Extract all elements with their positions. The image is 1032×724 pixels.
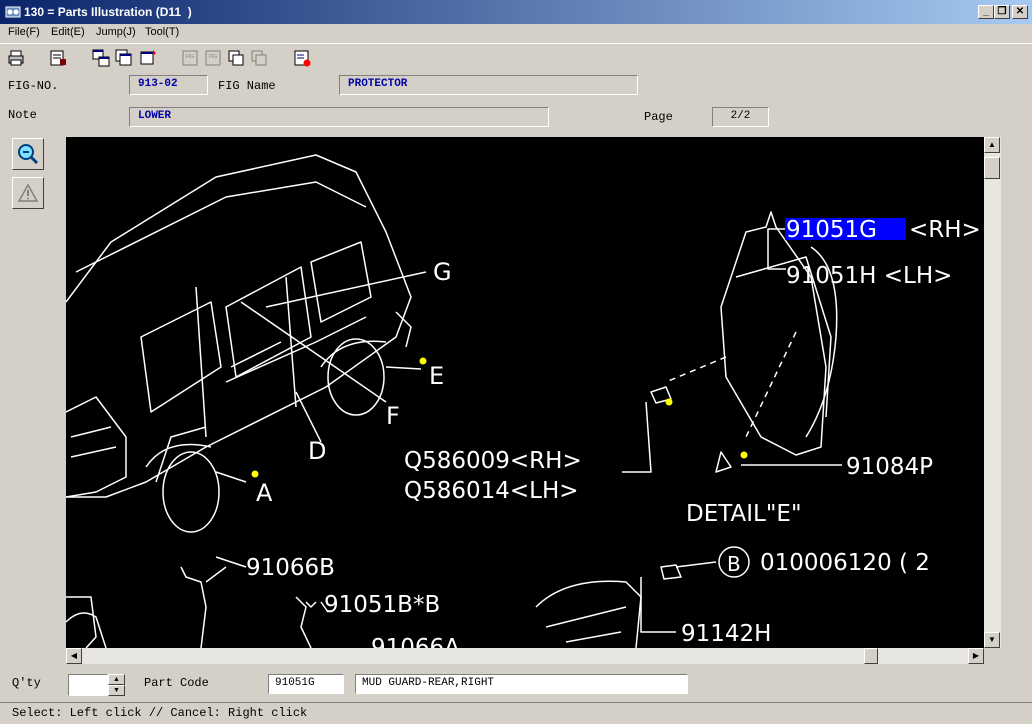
part-label-91084p: 91084P — [846, 454, 933, 480]
page-field: 2/2 — [712, 107, 769, 127]
fig-prev-icon[interactable]: FIG — [203, 48, 223, 68]
menu-jump[interactable]: Jump(J) — [96, 26, 136, 38]
scroll-right-arrow-icon[interactable]: ▶ — [968, 648, 984, 664]
van-outline — [66, 154, 412, 498]
marker-p — [740, 451, 748, 459]
label-e: E — [429, 362, 444, 390]
part-label-91066b: 91066B — [246, 555, 335, 581]
info-icon[interactable] — [292, 48, 312, 68]
window-cascade-icon[interactable] — [114, 48, 134, 68]
qty-stepper[interactable]: ▲ ▼ — [108, 674, 125, 696]
qty-down-arrow-icon[interactable]: ▼ — [108, 685, 125, 696]
fig-first-icon[interactable]: FIG — [180, 48, 200, 68]
scroll-up-arrow-icon[interactable]: ▲ — [984, 137, 1000, 153]
menu-bar: File(F) Edit(E) Jump(J) Tool(T) — [0, 24, 1032, 42]
svg-text:FIG: FIG — [186, 54, 194, 60]
part-label-q586014: Q586014<LH> — [404, 478, 579, 504]
part-label-91066a: 91066A — [371, 635, 460, 648]
window-new-icon[interactable] — [138, 48, 158, 68]
label-f: F — [386, 402, 400, 430]
part-label-91051h: 91051H <LH> — [786, 263, 952, 289]
app-icon — [5, 6, 21, 18]
rear-wheel — [327, 338, 385, 416]
part-label-91051g-side: <RH> — [909, 217, 981, 243]
part-name-field: MUD GUARD-REAR,RIGHT — [355, 674, 688, 694]
minimize-button[interactable]: _ — [978, 5, 994, 19]
fig-last-icon[interactable] — [249, 48, 269, 68]
vertical-scrollbar[interactable]: ▲ ▼ — [984, 137, 1001, 648]
fig-no-field: 913-02 — [129, 75, 208, 95]
maximize-button[interactable]: ❐ — [994, 5, 1010, 19]
menu-file[interactable]: File(F) — [8, 26, 40, 38]
title-bar[interactable]: 130 = Parts Illustration (D11 ) _ ❐ ✕ — [0, 0, 1032, 24]
fig-no-label: FIG-NO. — [8, 79, 59, 93]
horizontal-scroll-thumb[interactable] — [864, 648, 878, 664]
label-d: D — [308, 437, 326, 465]
menu-tool[interactable]: Tool(T) — [145, 26, 179, 38]
part-code-label: Part Code — [144, 676, 209, 690]
front-wheel — [162, 451, 220, 533]
marker-e — [419, 357, 427, 365]
illustration-canvas[interactable]: G E F D A 91051G <RH> 91051H <LH> Q58600… — [66, 137, 984, 648]
part-label-91051g: 91051G — [786, 217, 877, 243]
close-button[interactable]: ✕ — [1012, 5, 1028, 19]
page-label: Page — [644, 110, 673, 124]
label-g: G — [433, 258, 452, 286]
menu-edit[interactable]: Edit(E) — [51, 26, 85, 38]
mud-guard-shape — [720, 211, 827, 456]
note-field: LOWER — [129, 107, 549, 127]
fig-next-icon[interactable] — [226, 48, 246, 68]
print-icon[interactable] — [6, 48, 26, 68]
window-title: 130 = Parts Illustration (D11 ) — [24, 5, 192, 19]
scroll-down-arrow-icon[interactable]: ▼ — [984, 632, 1000, 648]
part-label-q586009: Q586009<RH> — [404, 448, 582, 474]
marker-q — [665, 398, 673, 406]
zoom-in-icon — [18, 144, 39, 165]
scroll-left-arrow-icon[interactable]: ◀ — [66, 648, 82, 664]
label-a: A — [256, 479, 273, 507]
qty-label: Q'ty — [12, 676, 41, 690]
part-label-91142h: 91142H — [681, 621, 771, 647]
window-tile-icon[interactable] — [91, 48, 111, 68]
warning-button[interactable] — [12, 177, 44, 209]
toolbar: FIG FIG — [0, 43, 1032, 72]
fig-name-field: PROTECTOR — [339, 75, 638, 95]
vertical-scroll-thumb[interactable] — [984, 157, 1000, 179]
status-bar: Select: Left click // Cancel: Right clic… — [0, 702, 1032, 724]
svg-text:FIG: FIG — [209, 54, 217, 60]
fig-name-label: FIG Name — [218, 79, 276, 93]
horizontal-scrollbar[interactable]: ◀ ▶ — [66, 648, 984, 664]
qty-up-arrow-icon[interactable]: ▲ — [108, 674, 125, 685]
part-code-field: 91051G — [268, 674, 344, 694]
b-circle-letter: B — [727, 552, 741, 576]
part-label-91051b: 91051B*B — [324, 592, 440, 618]
export-icon[interactable] — [48, 48, 68, 68]
parts-illustration: G E F D A 91051G <RH> 91051H <LH> Q58600… — [66, 154, 981, 648]
note-label: Note — [8, 108, 37, 122]
warning-icon — [17, 183, 39, 202]
zoom-button[interactable] — [12, 138, 44, 170]
detail-label: DETAIL"E" — [686, 501, 802, 527]
qty-input[interactable] — [68, 674, 108, 696]
status-text: Select: Left click // Cancel: Right clic… — [12, 706, 308, 720]
marker-a — [251, 470, 259, 478]
part-label-010006120: 010006120 ( 2 — [760, 550, 930, 576]
